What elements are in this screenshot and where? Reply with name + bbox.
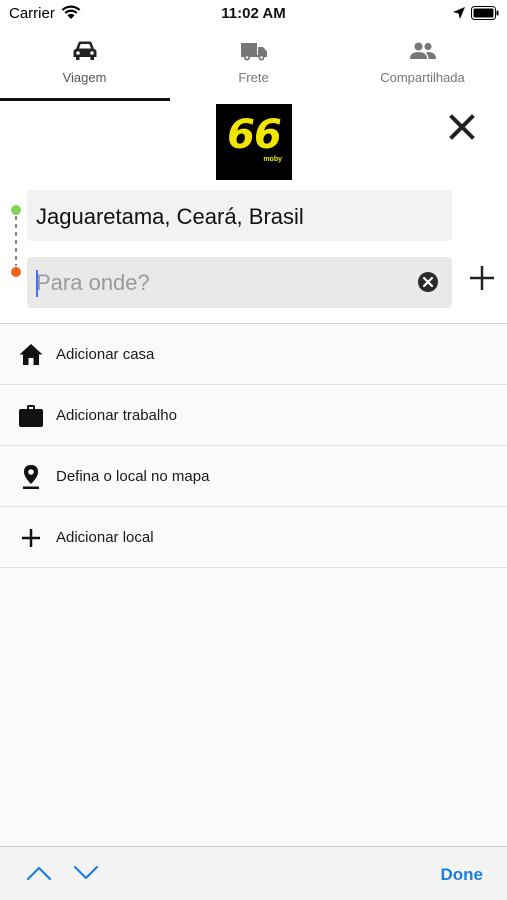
group-icon	[409, 42, 436, 59]
origin-dot	[11, 205, 21, 215]
list-item-add-place[interactable]: Adicionar local	[0, 507, 507, 568]
tab-viagem[interactable]: Viagem	[0, 27, 169, 101]
service-tabs: Viagem Frete Compartilhada	[0, 27, 507, 101]
list-item-add-home[interactable]: Adicionar casa	[0, 324, 507, 385]
tab-label: Frete	[238, 70, 269, 85]
tab-label: Compartilhada	[380, 70, 465, 85]
tab-compartilhada[interactable]: Compartilhada	[338, 27, 507, 101]
clear-destination-button[interactable]	[417, 271, 439, 293]
map-pin-icon	[18, 464, 44, 490]
destination-field[interactable]	[27, 257, 452, 308]
list-item-label: Defina o local no mapa	[56, 468, 210, 485]
close-icon	[449, 114, 475, 140]
chevron-down-icon	[73, 865, 99, 880]
text-cursor	[36, 270, 38, 297]
list-item-add-work[interactable]: Adicionar trabalho	[0, 385, 507, 446]
list-item-label: Adicionar casa	[56, 346, 155, 363]
origin-text: Jaguaretama, Ceará, Brasil	[36, 204, 304, 229]
route-line	[10, 205, 22, 277]
list-item-set-on-map[interactable]: Defina o local no mapa	[0, 446, 507, 507]
logo-subtext: moby	[263, 156, 282, 163]
next-field-button[interactable]	[73, 864, 99, 882]
origin-field[interactable]: Jaguaretama, Ceará, Brasil	[27, 190, 452, 241]
truck-icon	[240, 43, 267, 61]
plus-icon	[470, 266, 494, 290]
plus-icon	[18, 525, 44, 551]
home-icon	[18, 342, 44, 368]
keyboard-toolbar: Done	[0, 846, 507, 900]
done-button[interactable]: Done	[441, 865, 484, 885]
destination-dot	[11, 267, 21, 277]
previous-field-button[interactable]	[26, 864, 52, 882]
saved-places-list: Adicionar casa Adicionar trabalho Defina…	[0, 324, 507, 568]
add-stop-button[interactable]	[469, 265, 495, 291]
list-item-label: Adicionar trabalho	[56, 407, 177, 424]
battery-icon	[471, 6, 499, 25]
clock: 11:02 AM	[221, 5, 286, 22]
car-icon	[73, 41, 96, 60]
close-button[interactable]	[446, 111, 478, 143]
app-logo: 66 moby	[216, 104, 292, 180]
logo-number: 66	[227, 112, 282, 158]
briefcase-icon	[18, 403, 44, 429]
route-panel: 66 moby Jaguaretama, Ceará, Brasil	[0, 101, 507, 324]
list-item-label: Adicionar local	[56, 529, 154, 546]
location-arrow-icon	[452, 6, 466, 25]
status-bar: Carrier 11:02 AM	[0, 0, 507, 27]
clear-icon	[418, 272, 438, 292]
destination-input[interactable]	[36, 267, 406, 299]
chevron-up-icon	[26, 866, 52, 881]
tab-frete[interactable]: Frete	[169, 27, 338, 101]
tab-label: Viagem	[62, 70, 107, 85]
